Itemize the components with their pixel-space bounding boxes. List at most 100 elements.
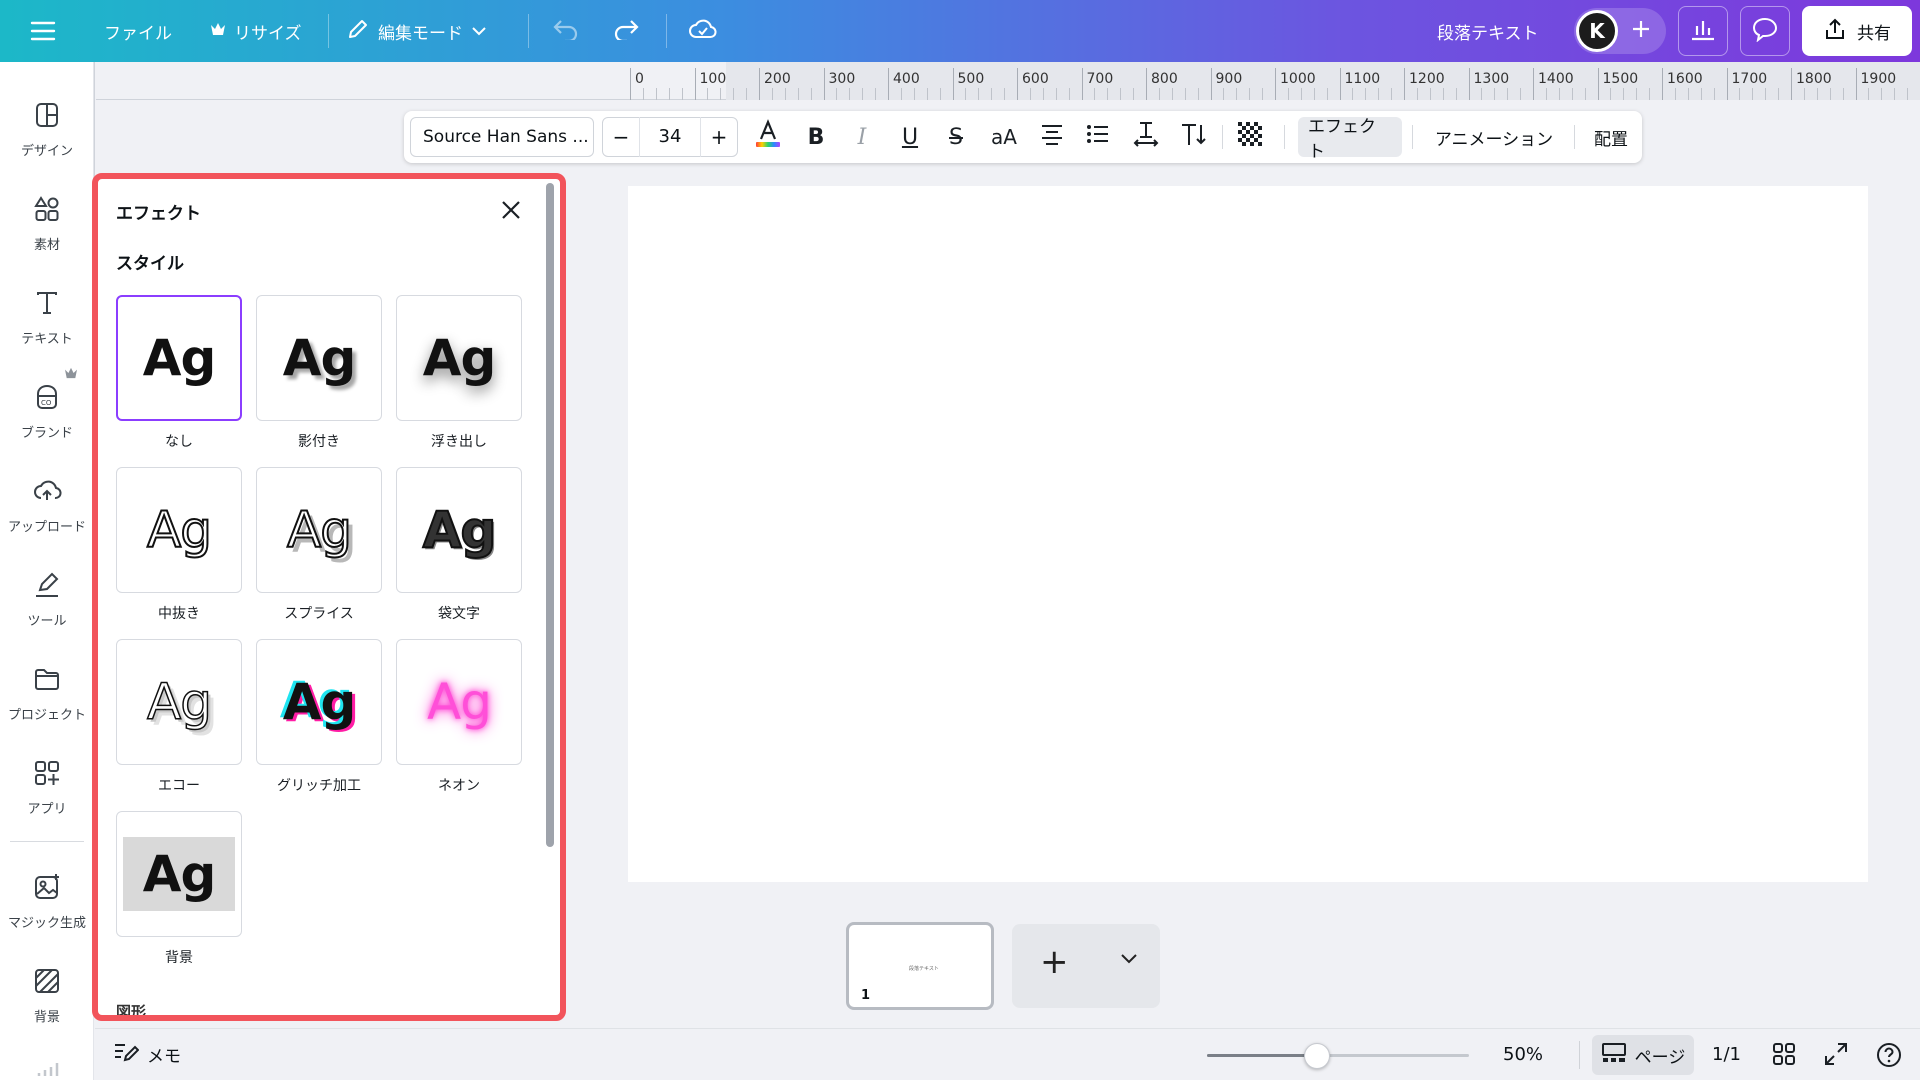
rail-item-brand[interactable]: CO ブランド [0,382,94,441]
cloud-save-button[interactable] [688,0,718,62]
ruler-minor-tick [1700,88,1702,100]
rail-item-text[interactable]: テキスト [0,288,94,347]
avatar[interactable]: K [1576,10,1618,52]
ruler-label: 1400 [1538,71,1574,87]
ruler-label: 1700 [1731,71,1768,87]
ruler-label: 1100 [1344,71,1381,87]
italic-label: I [857,124,867,150]
undo-icon [552,18,580,45]
italic-button[interactable]: I [842,117,882,157]
ruler-minor-tick [1442,88,1444,100]
ruler-minor-tick [1558,88,1560,100]
ruler-minor-tick [926,88,928,100]
spacing-button[interactable] [1126,117,1166,157]
notes-button[interactable]: メモ [113,1041,181,1068]
rail-item-tools[interactable]: ツール [0,570,94,629]
grid-view-button[interactable] [1771,1041,1799,1069]
ruler-minor-tick [1752,88,1754,100]
file-menu[interactable]: ファイル [104,0,172,62]
ruler-tick [1855,68,1857,100]
rail-item-projects[interactable]: プロジェクト [0,664,94,723]
ruler-minor-tick [1778,88,1780,100]
text-color-icon [754,119,782,155]
ruler-minor-tick [784,88,786,100]
comments-button[interactable] [1740,6,1790,56]
ruler-minor-tick [1094,88,1096,100]
ruler-label: 1600 [1667,71,1703,87]
strikethrough-button[interactable]: S [936,117,976,157]
ruler-tick [1275,68,1276,100]
list-button[interactable] [1078,117,1118,157]
ruler-minor-tick [1184,88,1186,100]
redo-button[interactable] [612,0,640,62]
transparency-button[interactable] [1230,117,1270,157]
invite-button[interactable] [1624,14,1658,48]
ruler-minor-tick [1326,88,1328,100]
undo-button[interactable] [552,0,580,62]
edit-mode-label: 編集モード [378,23,463,44]
ruler-label: 300 [828,71,856,87]
ruler-tick [630,68,631,100]
position-button[interactable]: 配置 [1584,117,1638,157]
zoom-value[interactable]: 50% [1503,1044,1543,1065]
animation-button[interactable]: アニメーション [1422,117,1566,157]
ruler-minor-tick [1068,88,1070,100]
ruler-tick [1468,68,1470,100]
ruler-minor-tick [746,88,748,100]
font-size-input[interactable]: 34 [639,117,701,157]
decrease-size-button[interactable]: − [603,125,639,149]
pages-view-button[interactable]: ページ [1592,1035,1694,1075]
align-button[interactable] [1032,117,1072,157]
ruler-label: 1000 [1280,71,1316,87]
edit-mode-dropdown[interactable]: 編集モード [346,0,487,62]
ruler-minor-tick [681,88,683,100]
text-color-button[interactable] [748,117,788,157]
underline-button[interactable]: U [890,117,930,157]
ruler-minor-tick [1713,88,1715,100]
avatar-letter: K [1589,19,1605,43]
font-name: Source Han Sans ... [423,127,589,147]
rail-item-background[interactable]: 背景 [0,966,94,1025]
effects-button[interactable]: エフェクト [1298,117,1402,162]
vertical-text-button[interactable] [1174,117,1214,157]
chevron-down-icon [471,21,487,41]
increase-size-button[interactable]: + [701,125,737,149]
resize-label: リサイズ [234,23,302,44]
document-title[interactable]: 段落テキスト [1437,0,1539,62]
elements-icon [32,194,62,228]
ruler-tick [1210,68,1212,100]
letter-case-button[interactable]: aA [984,117,1024,157]
divider [1579,1041,1580,1069]
ruler-minor-tick [1300,88,1302,100]
zoom-knob[interactable] [1304,1043,1331,1069]
hamburger-icon[interactable] [30,0,56,62]
design-canvas[interactable] [628,186,1868,882]
rail-item-upload[interactable]: アップロード [0,476,94,535]
ruler-minor-tick [1455,88,1457,100]
transparency-icon [1238,122,1262,152]
chevron-down-icon[interactable] [1120,950,1138,969]
font-size-stepper[interactable]: − 34 + [602,117,738,157]
ruler-minor-tick [1649,88,1651,100]
add-page-button[interactable]: + [1012,924,1160,1008]
strikethrough-label: S [949,124,963,150]
ruler-minor-tick [1313,88,1315,100]
add-page-plus: + [1040,942,1069,982]
share-button[interactable]: 共有 [1802,6,1912,56]
page-thumbnail[interactable]: 段落テキスト 1 [846,922,994,1010]
rail-item-elements[interactable]: 素材 [0,194,94,253]
help-button[interactable] [1875,1041,1903,1069]
fullscreen-button[interactable] [1823,1041,1851,1069]
font-dropdown[interactable]: Source Han Sans ... [410,117,594,157]
rail-item-magic[interactable]: マジック生成 [0,872,94,931]
rail-item-design[interactable]: デザイン [0,100,94,159]
ruler-tick [1597,68,1599,100]
resize-button[interactable]: リサイズ [210,0,302,62]
rail-item-apps[interactable]: アプリ [0,758,94,817]
zoom-slider[interactable] [1207,1054,1469,1057]
insights-button[interactable] [1678,6,1728,56]
ruler-minor-tick [1507,88,1509,100]
bold-button[interactable]: B [796,117,836,157]
design-icon [32,100,62,134]
pencil-icon [346,17,370,46]
